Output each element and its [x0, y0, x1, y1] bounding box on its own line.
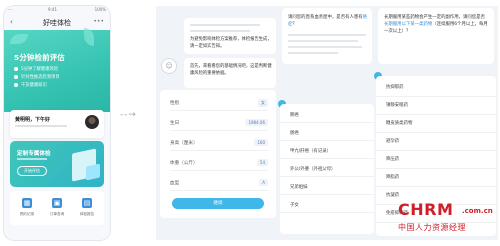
field-weight[interactable]: 体重（公斤） 54	[170, 156, 268, 171]
leaf-icon	[84, 28, 94, 46]
chrm-watermark-logo: CHRM	[398, 200, 454, 219]
list-item[interactable]: 子女	[280, 198, 374, 213]
option-label: 抗凝药	[386, 193, 400, 198]
option-label: 避孕药	[386, 139, 400, 144]
question-medication-card: 长期服用某些药物会产生一定的副作用，请问您是否长期服用以下某一类药物（连续服用6…	[378, 8, 494, 64]
bullet-icon	[14, 74, 18, 79]
chrm-watermark-cn: 中国人力资源经理	[398, 223, 466, 232]
text-line	[288, 34, 366, 36]
field-blood-type[interactable]: 血型 A	[170, 176, 268, 191]
field-value[interactable]: 女	[258, 99, 268, 107]
status-bar: ··· 9:41 100%	[4, 6, 110, 14]
bullet-icon	[14, 66, 18, 71]
option-label: 子女	[290, 203, 299, 208]
greeting-subline	[15, 125, 67, 127]
shortcut-reports[interactable]: ▤ 体检报告	[73, 198, 101, 217]
wallet-icon: ▤	[82, 198, 92, 208]
text-line	[190, 30, 250, 32]
option-label: 抗抑郁药	[386, 85, 404, 90]
field-label: 血型	[170, 181, 180, 186]
start-assessment-button[interactable]: 开始评估	[17, 166, 47, 176]
banner-bullet: 5分钟了解健康风险	[14, 66, 58, 72]
field-value[interactable]: A	[259, 179, 268, 186]
list-item[interactable]: 降压药	[376, 152, 496, 169]
field-height[interactable]: 身高（厘米） 160	[170, 136, 268, 151]
field-gender[interactable]: 性别 女	[170, 96, 268, 111]
phone-screen: ··· 9:41 100% ‹ 好哇体检 ••• 5分钟检前评估 5分钟了解健康…	[4, 6, 110, 240]
text-line	[288, 52, 338, 54]
banner-bullet: 针对性推选检测项目	[14, 74, 60, 80]
greeting-card: 黄明明，下午好	[10, 110, 104, 138]
list-item[interactable]: 甲亢/肝癌（有记录）	[280, 144, 374, 159]
chrm-watermark-suffix: .com.cn	[462, 207, 493, 215]
option-label: 外公/外婆（外祖父母）	[290, 167, 336, 172]
bot-avatar-icon: ☺	[161, 58, 177, 74]
option-label: 甲亢/肝癌（有记录）	[290, 149, 331, 154]
text-line	[288, 40, 358, 42]
list-item[interactable]: 兄弟姐妹	[280, 180, 374, 195]
list-item[interactable]: 肠癌	[280, 126, 374, 141]
option-label: 肠癌	[290, 131, 299, 136]
intro-message: 为避免影响体检方案推荐，体检报告生成，请一定如实告知。	[190, 37, 272, 49]
shortcut-orders[interactable]: ▣ 订单查询	[43, 198, 71, 217]
calendar-icon: ▦	[22, 198, 32, 208]
carrier-text: ···	[8, 7, 12, 12]
lock-icon: ▣	[52, 198, 62, 208]
field-label: 体重（公斤）	[170, 161, 198, 166]
option-label: 肺癌	[290, 113, 299, 118]
list-item[interactable]: 避孕药	[376, 134, 496, 151]
shortcut-appointments[interactable]: ▦ 预约记录	[13, 198, 41, 217]
more-icon[interactable]: •••	[93, 18, 104, 25]
bot-message: 首先，来看看您的基础情况吧，这是判断健康风险的重要依据。	[190, 64, 272, 76]
plan-subline	[17, 158, 47, 160]
plan-title: 定制专属体检	[17, 151, 51, 157]
option-label: 镇静安眠药	[386, 103, 408, 108]
continue-button[interactable]: 继续	[172, 198, 264, 209]
option-label: 兄弟姐妹	[290, 185, 308, 190]
avatar[interactable]	[85, 115, 99, 129]
question-cancer-card: 请问您的直系血亲屋中，是否有人患有癌症？	[282, 8, 372, 64]
banner-bullet: 干货健康知识	[14, 82, 47, 88]
field-value[interactable]: 1984.06	[245, 119, 268, 126]
leaf-icon	[10, 34, 28, 44]
list-item[interactable]: 外公/外婆（外祖父母）	[280, 162, 374, 177]
list-item[interactable]: 降脂药	[376, 170, 496, 187]
text-line	[190, 24, 260, 26]
chat-bubble-bot: 首先，来看看您的基础情况吧，这是判断健康风险的重要依据。	[184, 58, 276, 88]
option-label: 降脂药	[386, 175, 400, 180]
field-label: 身高（厘米）	[170, 141, 198, 146]
custom-plan-card[interactable]: 定制专属体检 开始评估	[10, 141, 104, 187]
question-medication: 长期服用某些药物会产生一定的副作用，请问您是否长期服用以下某一类药物（连续服用6…	[384, 15, 488, 34]
bullet-icon	[14, 82, 18, 87]
list-item[interactable]: 肺癌	[280, 108, 374, 123]
field-birthday[interactable]: 生日 1984.06	[170, 116, 268, 131]
shortcut-label: 体检报告	[79, 212, 95, 216]
report-illustration	[86, 163, 100, 181]
list-item[interactable]: 镇静安眠药	[376, 98, 496, 115]
field-label: 生日	[170, 121, 180, 126]
time-text: 9:41	[48, 7, 57, 12]
list-item[interactable]: 糖皮质类药物	[376, 116, 496, 133]
option-label: 糖皮质类药物	[386, 121, 413, 126]
question-cancer: 请问您的直系血亲屋中，是否有人患有癌症？	[288, 15, 368, 27]
field-value[interactable]: 160	[254, 139, 268, 146]
greeting-text: 黄明明，下午好	[15, 117, 51, 123]
cancer-options-list: 肺癌 肠癌 甲亢/肝癌（有记录） 外公/外婆（外祖父母） 兄弟姐妹 子女	[280, 104, 374, 234]
shortcut-bar: ▦ 预约记录 ▣ 订单查询 ▤ 体检报告	[10, 191, 104, 225]
field-value[interactable]: 54	[256, 159, 268, 166]
field-label: 性别	[170, 101, 180, 106]
shortcut-label: 订单查询	[49, 212, 65, 216]
list-item[interactable]: 抗抑郁药	[376, 80, 496, 97]
chat-bubble-intro: 为避免影响体检方案推荐，体检报告生成，请一定如实告知。	[184, 18, 276, 54]
battery-text: 100%	[94, 7, 106, 12]
shortcut-label: 预约记录	[19, 212, 35, 216]
flow-arrow: - - →	[120, 110, 136, 120]
text-line	[288, 46, 362, 48]
option-label: 降压药	[386, 157, 400, 162]
banner-title: 5分钟检前评估	[14, 53, 65, 62]
